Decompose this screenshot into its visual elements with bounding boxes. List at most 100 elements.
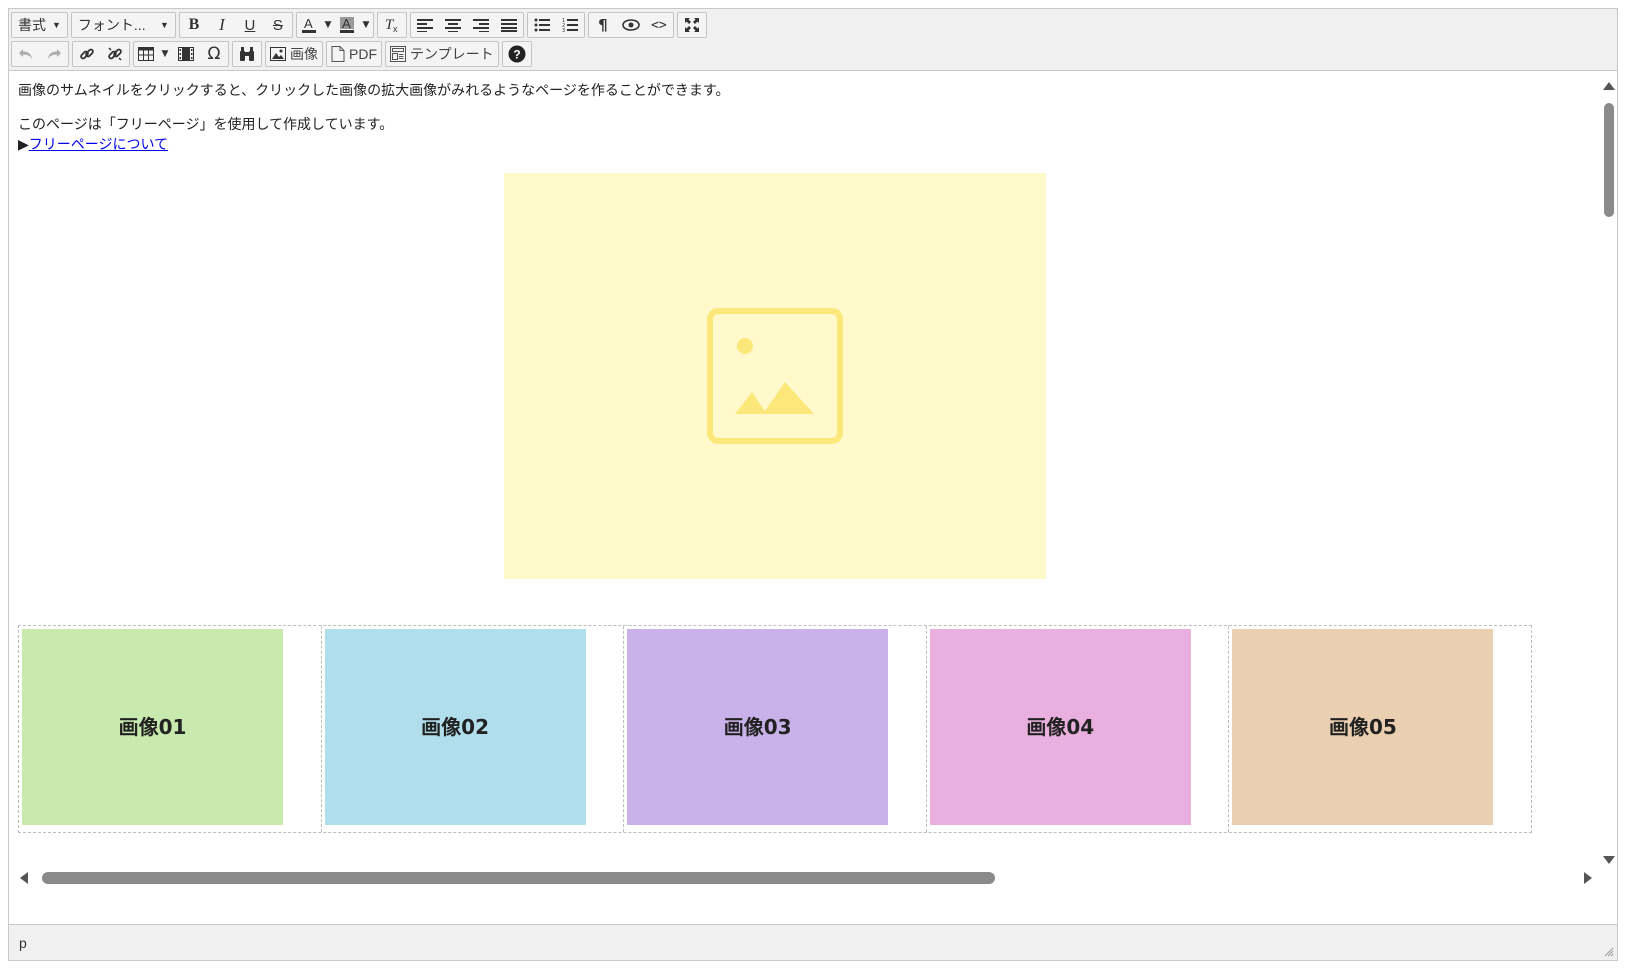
numbered-list-button[interactable]: 123 bbox=[556, 13, 584, 37]
find-replace-button[interactable] bbox=[233, 42, 261, 66]
show-blocks-button[interactable]: ¶ bbox=[589, 13, 617, 37]
template-button[interactable]: テンプレート bbox=[386, 42, 498, 66]
redo-button[interactable] bbox=[40, 42, 68, 66]
help-button[interactable]: ? bbox=[503, 42, 531, 66]
thumbnail-image-03[interactable]: 画像03 bbox=[627, 629, 889, 825]
horizontal-scrollbar[interactable] bbox=[9, 869, 1603, 887]
format-dropdown[interactable]: 書式 ▼ bbox=[12, 13, 67, 37]
insert-image-button[interactable]: 画像 bbox=[266, 42, 322, 66]
thumbnail-image-01[interactable]: 画像01 bbox=[22, 629, 283, 825]
preview-button[interactable] bbox=[617, 13, 645, 37]
align-center-button[interactable] bbox=[439, 13, 467, 37]
gallery-cell: 画像02 bbox=[322, 626, 625, 832]
svg-text:x: x bbox=[393, 24, 398, 34]
fullscreen-group bbox=[676, 12, 707, 38]
special-character-button[interactable]: Ω bbox=[200, 42, 228, 66]
help-group: ? bbox=[501, 41, 532, 67]
omega-icon: Ω bbox=[207, 44, 221, 64]
element-path[interactable]: p bbox=[19, 935, 27, 951]
resize-handle-icon[interactable] bbox=[1604, 947, 1614, 957]
align-right-button[interactable] bbox=[467, 13, 495, 37]
align-group bbox=[409, 12, 524, 38]
gallery-cell: 画像05 bbox=[1229, 626, 1531, 832]
font-dropdown[interactable]: フォント... ▼ bbox=[72, 13, 175, 37]
source-code-button[interactable]: <> bbox=[645, 13, 673, 37]
insert-image-label: 画像 bbox=[290, 46, 318, 62]
editor-toolbar: 書式 ▼ フォント... ▼ B I U S A ▼ A ▼ T x 1 2 3… bbox=[9, 9, 1617, 71]
insert-table-dropdown[interactable]: ▼ bbox=[158, 42, 172, 66]
undo-icon bbox=[19, 49, 32, 59]
scroll-left-arrow-icon[interactable] bbox=[17, 871, 31, 885]
image-group: 画像 bbox=[265, 41, 323, 67]
font-group: フォント... ▼ bbox=[70, 12, 176, 38]
underline-icon: U bbox=[244, 16, 256, 34]
text-color-dropdown[interactable]: ▼ bbox=[321, 13, 335, 37]
unlink-button[interactable] bbox=[101, 42, 129, 66]
undo-button[interactable] bbox=[12, 42, 40, 66]
help-icon: ? bbox=[508, 45, 526, 63]
align-right-icon bbox=[472, 19, 489, 32]
scroll-down-arrow-icon[interactable] bbox=[1602, 853, 1616, 867]
thumbnail-image-02[interactable]: 画像02 bbox=[324, 629, 586, 825]
background-color-dropdown[interactable]: ▼ bbox=[359, 13, 373, 37]
gallery-cell: 画像01 bbox=[19, 626, 322, 832]
bullet-list-icon bbox=[534, 18, 550, 32]
search-group bbox=[232, 41, 262, 67]
thumbnail-image-04[interactable]: 画像04 bbox=[929, 629, 1191, 825]
scroll-up-arrow-icon[interactable] bbox=[1602, 79, 1616, 93]
insert-media-button[interactable] bbox=[172, 42, 200, 66]
color-group: A ▼ A ▼ bbox=[295, 12, 374, 38]
insert-group: ▼ Ω bbox=[133, 41, 229, 67]
pilcrow-icon: ¶ bbox=[598, 16, 608, 34]
align-left-button[interactable] bbox=[411, 13, 439, 37]
triangle-right-icon: ▶ bbox=[18, 137, 29, 153]
align-justify-button[interactable] bbox=[495, 13, 523, 37]
hero-image[interactable] bbox=[504, 173, 1046, 579]
freepage-link[interactable]: フリーページについて bbox=[29, 137, 168, 153]
code-icon: <> bbox=[651, 17, 667, 33]
svg-text:?: ? bbox=[513, 48, 520, 62]
chevron-down-icon: ▼ bbox=[160, 20, 169, 30]
scroll-right-arrow-icon[interactable] bbox=[1581, 871, 1595, 885]
vertical-scroll-thumb[interactable] bbox=[1604, 103, 1614, 217]
strikethrough-button[interactable]: S bbox=[264, 13, 292, 37]
horizontal-scroll-thumb[interactable] bbox=[42, 872, 995, 884]
insert-pdf-button[interactable]: PDF bbox=[327, 42, 381, 66]
thumbnail-label: 画像03 bbox=[723, 715, 792, 739]
remove-format-button[interactable]: Tx bbox=[378, 13, 406, 37]
insert-pdf-label: PDF bbox=[349, 46, 377, 62]
thumbnail-label: 画像01 bbox=[118, 715, 187, 739]
template-icon bbox=[390, 46, 406, 62]
insert-table-button[interactable] bbox=[134, 42, 158, 66]
align-left-icon bbox=[416, 19, 433, 32]
thumbnail-gallery: 画像01 画像02 画像03 画像04 画像05 bbox=[18, 625, 1532, 833]
pdf-group: PDF bbox=[326, 41, 382, 67]
text-style-group: B I U S bbox=[178, 12, 293, 38]
fullscreen-button[interactable] bbox=[678, 13, 706, 37]
bold-button[interactable]: B bbox=[180, 13, 208, 37]
svg-text:3: 3 bbox=[562, 28, 565, 33]
text-color-button[interactable]: A bbox=[297, 13, 321, 37]
italic-button[interactable]: I bbox=[208, 13, 236, 37]
insert-link-button[interactable] bbox=[73, 42, 101, 66]
clear-format-group: Tx bbox=[376, 12, 407, 38]
template-group: テンプレート bbox=[385, 41, 499, 67]
link-group bbox=[72, 41, 130, 67]
film-icon bbox=[178, 47, 194, 61]
freepage-text: このページは「フリーページ」を使用して作成しています。 bbox=[18, 117, 394, 133]
bullet-list-button[interactable] bbox=[528, 13, 556, 37]
thumbnail-image-05[interactable]: 画像05 bbox=[1232, 629, 1494, 825]
thumbnail-label: 画像05 bbox=[1328, 715, 1397, 739]
chevron-down-icon: ▼ bbox=[52, 20, 61, 30]
align-center-icon bbox=[444, 19, 461, 32]
remove-format-icon: Tx bbox=[385, 17, 398, 34]
list-group: 123 bbox=[526, 12, 585, 38]
vertical-scrollbar[interactable] bbox=[1601, 71, 1617, 869]
link-icon bbox=[80, 48, 94, 60]
editor-content-area[interactable]: 画像のサムネイルをクリックすると、クリックした画像の拡大画像がみれるようなページ… bbox=[9, 71, 1603, 869]
numbered-list-icon: 123 bbox=[562, 18, 578, 33]
background-color-button[interactable]: A bbox=[335, 13, 359, 37]
underline-button[interactable]: U bbox=[236, 13, 264, 37]
template-label: テンプレート bbox=[410, 46, 494, 62]
freepage-link-line: ▶フリーページについて bbox=[18, 135, 1594, 155]
